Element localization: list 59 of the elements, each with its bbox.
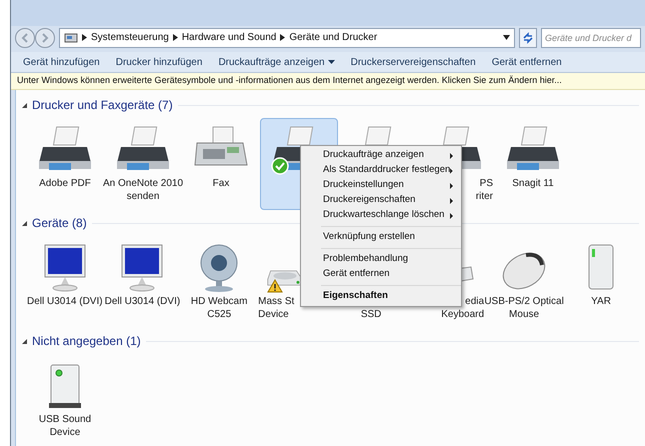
breadcrumb[interactable]: Hardware und Sound bbox=[182, 30, 276, 46]
collapse-arrow-icon[interactable] bbox=[22, 102, 27, 108]
device-label: edia bbox=[465, 295, 484, 308]
device-label: Device bbox=[50, 426, 80, 439]
group-header[interactable]: Nicht angegeben (1) bbox=[32, 332, 141, 350]
collapse-arrow-icon[interactable] bbox=[22, 220, 27, 226]
menu-item[interactable]: Druckereigenschaften bbox=[301, 193, 461, 208]
device-label: riter bbox=[476, 190, 493, 203]
menu-item[interactable]: Druckeinstellungen bbox=[301, 178, 461, 193]
device-label: Mass St bbox=[258, 295, 294, 308]
chevron-icon bbox=[82, 34, 87, 42]
device-label: Keyboard bbox=[441, 308, 484, 321]
caret-icon bbox=[328, 60, 335, 64]
menu-item[interactable]: Gerät entfernen bbox=[301, 267, 461, 282]
device-label: senden bbox=[126, 190, 160, 203]
device-label: Adobe PDF bbox=[39, 177, 91, 190]
refresh-button[interactable] bbox=[519, 28, 537, 48]
submenu-arrow-icon bbox=[450, 212, 453, 218]
group-header[interactable]: Drucker und Faxgeräte (7) bbox=[32, 96, 173, 114]
control-panel-icon bbox=[64, 32, 78, 44]
toolbar-button[interactable]: Druckaufträge anzeigen bbox=[214, 54, 339, 70]
menu-item[interactable]: Als Standarddrucker festlegen bbox=[301, 163, 461, 178]
group-header[interactable]: Geräte (8) bbox=[32, 214, 87, 232]
device-label: Dell U3014 (DVI) bbox=[104, 295, 180, 308]
chevron-icon bbox=[280, 34, 286, 42]
device-label: USB Sound bbox=[38, 413, 92, 426]
menu-item[interactable]: Druckaufträge anzeigen bbox=[301, 148, 461, 163]
device-label: Mouse bbox=[509, 308, 540, 321]
search-field[interactable]: Geräte und Drucker d bbox=[541, 28, 641, 48]
refresh-icon bbox=[522, 32, 534, 44]
collapse-arrow-icon[interactable] bbox=[22, 338, 27, 344]
chevron-icon bbox=[172, 34, 178, 42]
menu-item[interactable]: Eigenschaften bbox=[301, 289, 461, 304]
menu-item[interactable]: Verknüpfung erstellen bbox=[301, 230, 461, 245]
address-bar[interactable]: Systemsteuerung Hardware und Sound Geräte und Drucker bbox=[59, 28, 515, 48]
device-label: SSD bbox=[360, 308, 382, 321]
device-label: USB-PS/2 Optical bbox=[484, 295, 564, 308]
device-label: Dell U3014 (DVI) bbox=[27, 295, 103, 308]
device-label: Snagit 11 bbox=[512, 177, 554, 190]
submenu-arrow-icon bbox=[450, 168, 453, 174]
device-label: PS bbox=[480, 177, 493, 190]
breadcrumb[interactable]: Systemsteuerung bbox=[91, 30, 169, 46]
toolbar-button[interactable]: Gerät hinzufügen bbox=[19, 54, 104, 70]
device-label: Device bbox=[258, 308, 289, 321]
toolbar-button[interactable]: Gerät entfernen bbox=[488, 54, 566, 70]
menu-item[interactable]: Druckwarteschlange löschen bbox=[301, 208, 461, 223]
device-label: An OneNote 2010 bbox=[102, 177, 184, 190]
device-label: YAR bbox=[591, 295, 611, 308]
toolbar-button[interactable]: Drucker hinzufügen bbox=[112, 54, 206, 70]
breadcrumb[interactable]: Geräte und Drucker bbox=[289, 30, 378, 46]
submenu-arrow-icon bbox=[450, 152, 453, 158]
device-label: C525 bbox=[207, 308, 232, 321]
dropdown-caret-icon[interactable] bbox=[503, 35, 510, 40]
submenu-arrow-icon bbox=[450, 198, 453, 204]
submenu-arrow-icon bbox=[450, 182, 453, 188]
menu-item[interactable]: Problembehandlung bbox=[301, 252, 461, 267]
toolbar-button[interactable]: Druckerservereigenschaften bbox=[346, 54, 480, 70]
device-label: HD Webcam bbox=[190, 295, 248, 308]
device-label: Fax bbox=[212, 177, 230, 190]
